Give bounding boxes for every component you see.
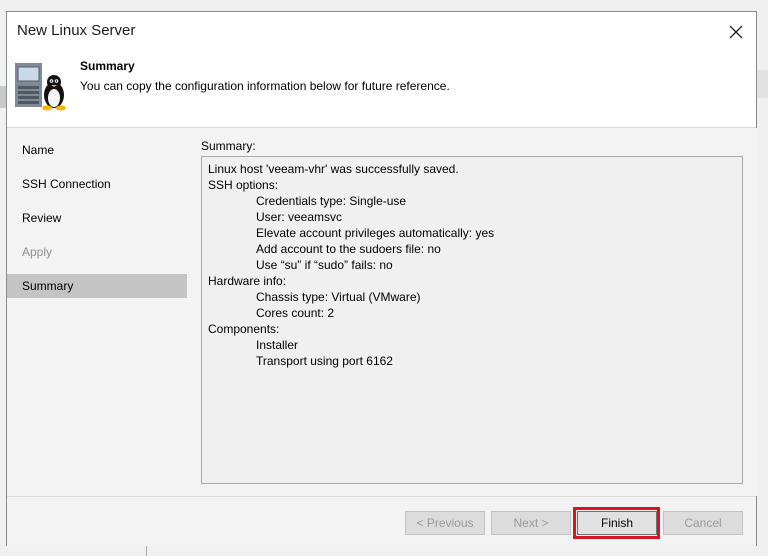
summary-line: Chassis type: Virtual (VMware): [256, 290, 421, 304]
step-title: Summary: [80, 59, 135, 73]
summary-line: Elevate account privileges automatically…: [256, 226, 495, 240]
summary-line: Transport using port 6162: [256, 354, 393, 368]
summary-line: Hardware info:: [208, 274, 287, 288]
summary-label: Summary:: [201, 139, 256, 153]
nav-item-ssh-connection[interactable]: SSH Connection: [7, 172, 187, 196]
cancel-button: Cancel: [663, 511, 743, 535]
previous-button: < Previous: [405, 511, 485, 535]
nav-item-review[interactable]: Review: [7, 206, 187, 230]
nav-item-label: SSH Connection: [22, 177, 111, 191]
summary-line: Add account to the sudoers file: no: [256, 242, 441, 256]
summary-line: Linux host 'veeam-vhr' was successfully …: [208, 162, 459, 176]
nav-item-apply: Apply: [7, 240, 187, 264]
new-linux-server-dialog: New Linux Server Summary You can copy th…: [6, 11, 757, 546]
summary-line: Components:: [208, 322, 280, 336]
summary-line: User: veeamsvc: [256, 210, 343, 224]
nav-item-label: Summary: [22, 279, 74, 293]
nav-item-label: Name: [22, 143, 55, 157]
background-app-divider: [146, 546, 147, 556]
wizard-header: Summary You can copy the configuration i…: [7, 52, 756, 128]
summary-panel: Summary: Linux host 'veeam-vhr' was succ…: [187, 128, 757, 496]
close-button[interactable]: [722, 18, 750, 46]
nav-item-label: Review: [22, 211, 62, 225]
summary-line: Credentials type: Single-use: [256, 194, 407, 208]
step-subtitle: You can copy the configuration informati…: [80, 79, 450, 93]
title-bar: New Linux Server: [7, 12, 756, 52]
close-icon: [729, 25, 743, 39]
window-title: New Linux Server: [17, 22, 136, 39]
finish-button[interactable]: Finish: [577, 511, 657, 535]
wizard-steps-nav: Name SSH Connection Review Apply Summary: [7, 128, 188, 496]
nav-item-summary[interactable]: Summary: [7, 274, 187, 298]
nav-item-label: Apply: [22, 245, 53, 259]
summary-textbox[interactable]: Linux host 'veeam-vhr' was successfully …: [201, 156, 743, 484]
nav-item-name[interactable]: Name: [7, 138, 187, 162]
wizard-footer: < Previous Next > Finish Cancel: [7, 496, 756, 546]
summary-line: Use “su” if “sudo” fails: no: [256, 258, 393, 272]
summary-line: Installer: [256, 338, 299, 352]
summary-line: Cores count: 2: [256, 306, 335, 320]
next-button: Next >: [491, 511, 571, 535]
linux-server-icon: [15, 63, 66, 111]
summary-line: SSH options:: [208, 178, 279, 192]
